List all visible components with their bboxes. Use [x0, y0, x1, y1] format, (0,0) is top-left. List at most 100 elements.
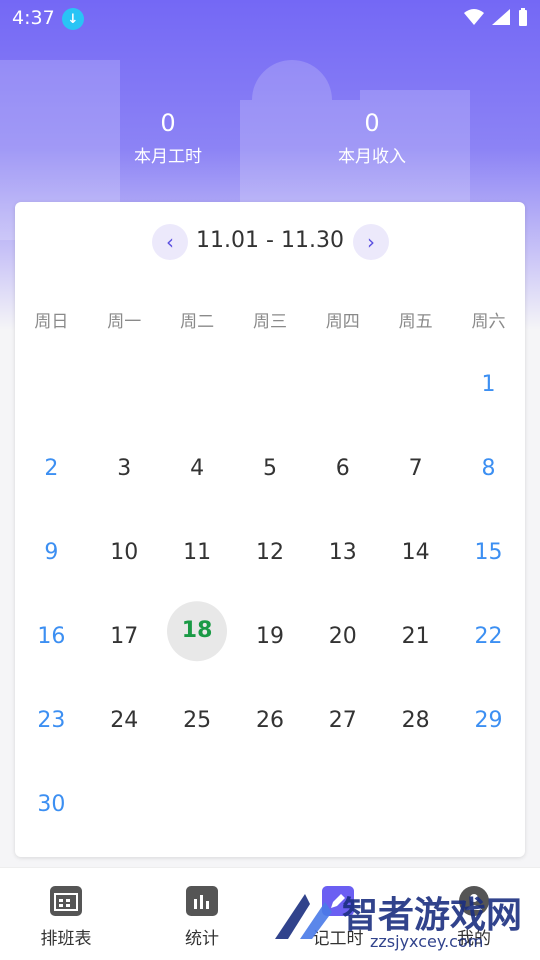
calendar-day[interactable]: 17 [88, 594, 161, 678]
calendar-day[interactable]: 3 [88, 426, 161, 510]
calendar-day-number: 27 [328, 707, 357, 733]
calendar-day-number: 15 [474, 539, 503, 565]
calendar-day-number: 20 [328, 623, 357, 649]
hours-value: 0 [160, 109, 176, 137]
weekday-label: 周三 [252, 312, 287, 332]
calendar-day[interactable]: 19 [234, 594, 307, 678]
calendar-day-number: 26 [255, 707, 284, 733]
monthly-hours: 0 本月工时 [68, 108, 268, 167]
calendar-day[interactable]: 25 [161, 678, 234, 762]
calendar-week-row: 16 17 18 19 20 21 22 [15, 594, 525, 678]
calendar-day-number: 12 [255, 539, 284, 565]
calendar-day[interactable]: 13 [306, 510, 379, 594]
calendar-empty-cell [161, 762, 234, 846]
calendar-day-number: 25 [183, 707, 212, 733]
calendar-day-number: 21 [401, 623, 430, 649]
tab-schedule[interactable]: 排班表 [12, 886, 120, 949]
hours-label: 本月工时 [134, 147, 202, 167]
status-bar: 4:37 ↓ [0, 0, 540, 36]
calendar-icon [50, 886, 82, 916]
calendar-day[interactable]: 23 [15, 678, 88, 762]
calendar-day[interactable]: 18 [161, 594, 234, 678]
next-month-button[interactable]: › [353, 224, 389, 260]
calendar-day[interactable]: 9 [15, 510, 88, 594]
calendar-day[interactable]: 20 [306, 594, 379, 678]
calendar-grid: 1 2 3 4 5 6 7 8 9 10 11 12 13 14 15 16 17 18 19 20 21 22 23 24 2… [15, 342, 525, 846]
tab-statistics[interactable]: 统计 [148, 886, 256, 949]
tab-label: 排班表 [40, 929, 92, 949]
calendar-day-number: 1 [481, 371, 496, 397]
weekday-label: 周二 [180, 312, 215, 332]
calendar-day-number: 28 [401, 707, 430, 733]
calendar-day[interactable]: 24 [88, 678, 161, 762]
calendar-day-number: 22 [474, 623, 503, 649]
wifi-icon [464, 9, 484, 25]
tab-label: 统计 [185, 929, 219, 949]
calendar-day[interactable]: 10 [88, 510, 161, 594]
calendar-week-row: 1 [15, 342, 525, 426]
weekday-label: 周五 [398, 312, 433, 332]
date-range: 11.01 - 11.30 [196, 228, 344, 253]
calendar-empty-cell [306, 762, 379, 846]
calendar-day[interactable]: 30 [15, 762, 88, 846]
calendar-day[interactable]: 29 [452, 678, 525, 762]
watermark-text: 智者游戏网 [342, 895, 523, 936]
weekday-header: 周日 周一 周二 周三 周四 周五 周六 [15, 307, 525, 332]
calendar-empty-cell [161, 342, 234, 426]
calendar-empty-cell [234, 762, 307, 846]
calendar-day-number: 19 [255, 623, 284, 649]
calendar-day-number: 16 [37, 623, 66, 649]
calendar-day-number: 30 [37, 791, 66, 817]
calendar-day[interactable]: 8 [452, 426, 525, 510]
status-time: 4:37 [12, 7, 55, 29]
calendar-week-row: 2 3 4 5 6 7 8 [15, 426, 525, 510]
calendar-empty-cell [379, 762, 452, 846]
calendar-day[interactable]: 7 [379, 426, 452, 510]
income-label: 本月收入 [338, 147, 406, 167]
calendar-day-number: 8 [481, 455, 496, 481]
download-icon: ↓ [62, 8, 84, 30]
income-value: 0 [364, 109, 380, 137]
weekday-label: 周一 [107, 312, 142, 332]
weekday-label: 周四 [325, 312, 360, 332]
calendar-day[interactable]: 14 [379, 510, 452, 594]
calendar-week-row: 30 [15, 762, 525, 846]
calendar-day-number: 24 [110, 707, 139, 733]
battery-icon [519, 8, 527, 26]
calendar-week-row: 9 10 11 12 13 14 15 [15, 510, 525, 594]
calendar-day[interactable]: 28 [379, 678, 452, 762]
calendar-day[interactable]: 26 [234, 678, 307, 762]
calendar-day-number: 13 [328, 539, 357, 565]
calendar-day[interactable]: 22 [452, 594, 525, 678]
calendar-empty-cell [379, 342, 452, 426]
calendar-empty-cell [15, 342, 88, 426]
calendar-day-number: 3 [117, 455, 132, 481]
calendar-day[interactable]: 4 [161, 426, 234, 510]
calendar-day[interactable]: 2 [15, 426, 88, 510]
calendar-day-number: 2 [44, 455, 59, 481]
calendar-day[interactable]: 27 [306, 678, 379, 762]
calendar-day[interactable]: 21 [379, 594, 452, 678]
calendar-day[interactable]: 5 [234, 426, 307, 510]
calendar-empty-cell [88, 342, 161, 426]
calendar-day[interactable]: 12 [234, 510, 307, 594]
calendar-day-number: 18 [181, 617, 213, 643]
calendar-day[interactable]: 1 [452, 342, 525, 426]
calendar-empty-cell [306, 342, 379, 426]
calendar-day[interactable]: 15 [452, 510, 525, 594]
calendar-day[interactable]: 11 [161, 510, 234, 594]
calendar-day[interactable]: 6 [306, 426, 379, 510]
site-watermark: 智者游戏网 zzsjyxcey.com [270, 880, 540, 960]
calendar-empty-cell [452, 762, 525, 846]
calendar-card: ‹ 11.01 - 11.30 › 周日 周一 周二 周三 周四 周五 周六 1… [15, 202, 525, 857]
calendar-day-number: 10 [110, 539, 139, 565]
calendar-day[interactable]: 16 [15, 594, 88, 678]
calendar-day-number: 5 [262, 455, 277, 481]
monthly-income: 0 本月收入 [272, 108, 472, 167]
calendar-empty-cell [234, 342, 307, 426]
calendar-week-row: 23 24 25 26 27 28 29 [15, 678, 525, 762]
calendar-day-number: 4 [190, 455, 205, 481]
bar-chart-icon [186, 886, 218, 916]
weekday-label: 周日 [34, 312, 69, 332]
chevron-right-icon: › [367, 230, 375, 254]
